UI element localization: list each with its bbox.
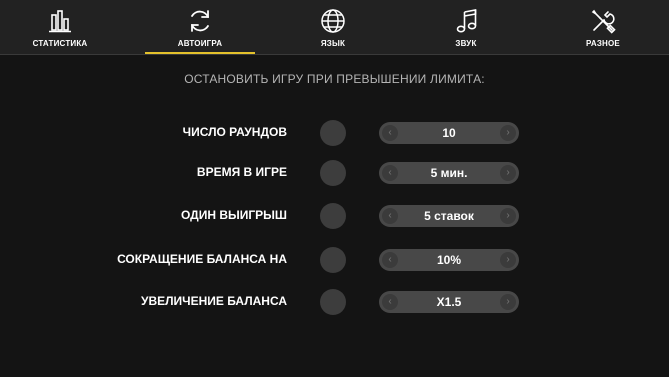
setting-label: ЧИСЛО РАУНДОВ bbox=[182, 125, 287, 139]
setting-row-balance-increase: УВЕЛИЧЕНИЕ БАЛАНСА ‹ X1.5 › bbox=[0, 288, 669, 316]
rounds-toggle[interactable] bbox=[320, 120, 346, 146]
setting-label: ВРЕМЯ В ИГРЕ bbox=[196, 165, 287, 179]
stepper-value: 10 bbox=[442, 126, 456, 140]
tab-label: ЯЗЫК bbox=[320, 39, 346, 48]
chevron-right-icon[interactable]: › bbox=[500, 165, 516, 181]
setting-label: УВЕЛИЧЕНИЕ БАЛАНСА bbox=[140, 294, 287, 308]
stepper-value: 10% bbox=[436, 253, 462, 267]
chevron-left-icon[interactable]: ‹ bbox=[382, 208, 398, 224]
time-toggle[interactable] bbox=[320, 160, 346, 186]
stepper-value: 5 ставок bbox=[424, 209, 474, 223]
time-stepper: ‹ 5 мин. › bbox=[379, 162, 519, 184]
tools-icon bbox=[590, 7, 616, 35]
chevron-left-icon[interactable]: ‹ bbox=[382, 294, 398, 310]
music-note-icon bbox=[455, 7, 477, 35]
chevron-right-icon[interactable]: › bbox=[500, 208, 516, 224]
setting-row-balance-decrease: СОКРАЩЕНИЕ БАЛАНСА НА ‹ 10% › bbox=[0, 246, 669, 274]
chevron-left-icon[interactable]: ‹ bbox=[382, 165, 398, 181]
single-win-toggle[interactable] bbox=[320, 203, 346, 229]
chevron-right-icon[interactable]: › bbox=[500, 294, 516, 310]
balance-increase-toggle[interactable] bbox=[320, 289, 346, 315]
limits-heading: ОСТАНОВИТЬ ИГРУ ПРИ ПРЕВЫШЕНИИ ЛИМИТА: bbox=[184, 72, 485, 86]
chevron-right-icon[interactable]: › bbox=[500, 252, 516, 268]
globe-icon bbox=[320, 7, 346, 35]
setting-label: ОДИН ВЫИГРЫШ bbox=[180, 208, 287, 222]
tab-label: ЗВУК bbox=[455, 39, 477, 48]
chevron-right-icon[interactable]: › bbox=[500, 125, 516, 141]
tab-statistics[interactable]: СТАТИСТИКА bbox=[5, 0, 115, 54]
setting-row-single-win: ОДИН ВЫИГРЫШ ‹ 5 ставок › bbox=[0, 202, 669, 230]
bar-chart-icon bbox=[49, 7, 71, 35]
single-win-stepper: ‹ 5 ставок › bbox=[379, 205, 519, 227]
stepper-value: X1.5 bbox=[436, 295, 462, 309]
rounds-stepper: ‹ 10 › bbox=[379, 122, 519, 144]
setting-row-rounds: ЧИСЛО РАУНДОВ ‹ 10 › bbox=[0, 119, 669, 147]
tab-label: РАЗНОЕ bbox=[586, 39, 620, 48]
balance-increase-stepper: ‹ X1.5 › bbox=[379, 291, 519, 313]
stepper-value: 5 мин. bbox=[430, 166, 468, 180]
settings-tab-bar: СТАТИСТИКА АВТОИГРА ЯЗЫК ЗВУК РАЗНОЕ bbox=[0, 0, 669, 55]
tab-autoplay[interactable]: АВТОИГРА bbox=[145, 0, 255, 54]
setting-label: СОКРАЩЕНИЕ БАЛАНСА НА bbox=[117, 252, 287, 266]
refresh-icon bbox=[187, 7, 213, 35]
tab-label: СТАТИСТИКА bbox=[32, 39, 88, 48]
tab-sound[interactable]: ЗВУК bbox=[411, 0, 521, 54]
tab-language[interactable]: ЯЗЫК bbox=[278, 0, 388, 54]
balance-decrease-toggle[interactable] bbox=[320, 247, 346, 273]
chevron-left-icon[interactable]: ‹ bbox=[382, 252, 398, 268]
tab-label: АВТОИГРА bbox=[177, 39, 223, 48]
setting-row-time: ВРЕМЯ В ИГРЕ ‹ 5 мин. › bbox=[0, 159, 669, 187]
tab-misc[interactable]: РАЗНОЕ bbox=[548, 0, 658, 54]
balance-decrease-stepper: ‹ 10% › bbox=[379, 249, 519, 271]
chevron-left-icon[interactable]: ‹ bbox=[382, 125, 398, 141]
